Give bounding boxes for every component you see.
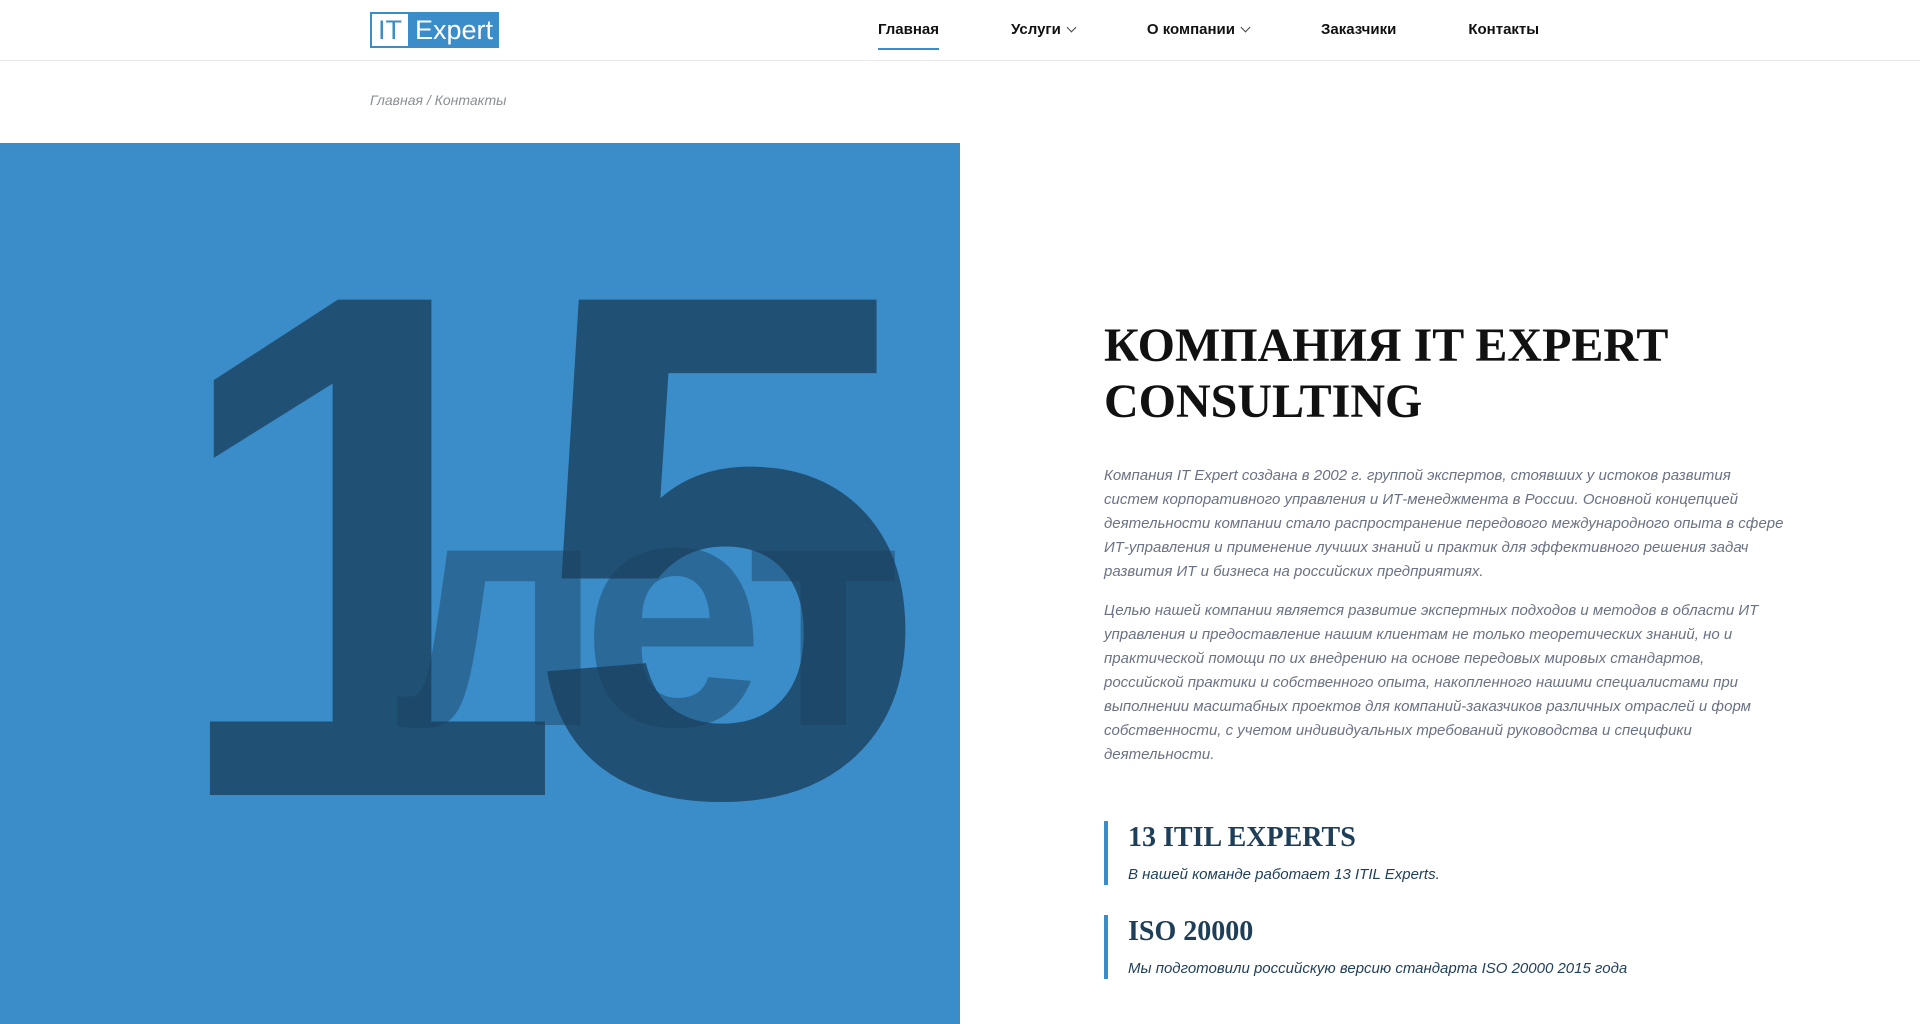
breadcrumb-separator: / (426, 92, 431, 108)
breadcrumb: Главная / Контакты (370, 92, 506, 108)
nav-item-services[interactable]: Услуги (1011, 0, 1077, 60)
page-title: КОМПАНИЯ IT EXPERT CONSULTING (1104, 319, 1668, 428)
chevron-down-icon (1240, 22, 1251, 33)
fact-text: В нашей команде работает 13 ITIL Experts… (1128, 866, 1440, 883)
nav-item-label: О компании (1146, 21, 1236, 38)
nav-item-label: Контакты (1468, 21, 1540, 38)
nav-item-about[interactable]: О компании (1146, 0, 1251, 60)
nav-item-label: Главная (878, 21, 940, 38)
fact-item: ISO 20000 Мы подготовили российскую верс… (1104, 915, 1784, 979)
nav-item-clients[interactable]: Заказчики (1321, 0, 1396, 60)
about-paragraph: Компания IT Expert создана в 2002 г. гру… (1104, 467, 1784, 580)
facts-list: 13 ITIL EXPERTS В нашей команде работает… (1104, 821, 1784, 979)
nav-item-label: Заказчики (1321, 21, 1397, 38)
logo-expert-text: Expert (410, 12, 500, 48)
nav-item-home[interactable]: Главная (878, 0, 940, 60)
fact-title: ISO 20000 (1128, 916, 1254, 947)
fact-title: 13 ITIL EXPERTS (1128, 822, 1356, 853)
about-content: КОМПАНИЯ IT EXPERT CONSULTING Компания I… (1104, 318, 1784, 1009)
nav-item-label: Услуги (1011, 21, 1061, 38)
about-paragraph: Целью нашей компании является развитие э… (1104, 602, 1759, 763)
fact-text: Мы подготовили российскую версию стандар… (1128, 960, 1628, 977)
breadcrumb-current: Контакты (434, 92, 507, 108)
main-nav: Главная Услуги О компании Заказчики Конт… (878, 0, 1611, 60)
hero-blue-panel (0, 143, 960, 1024)
chevron-down-icon (1066, 22, 1077, 33)
fact-item: 13 ITIL EXPERTS В нашей команде работает… (1104, 821, 1784, 885)
logo[interactable]: IT Expert (370, 12, 500, 48)
logo-it-text: IT (370, 12, 410, 48)
site-header: IT Expert Главная Услуги О компании Зака… (0, 0, 1920, 61)
breadcrumb-home-link[interactable]: Главная (370, 92, 423, 108)
nav-item-contacts[interactable]: Контакты (1468, 0, 1539, 60)
